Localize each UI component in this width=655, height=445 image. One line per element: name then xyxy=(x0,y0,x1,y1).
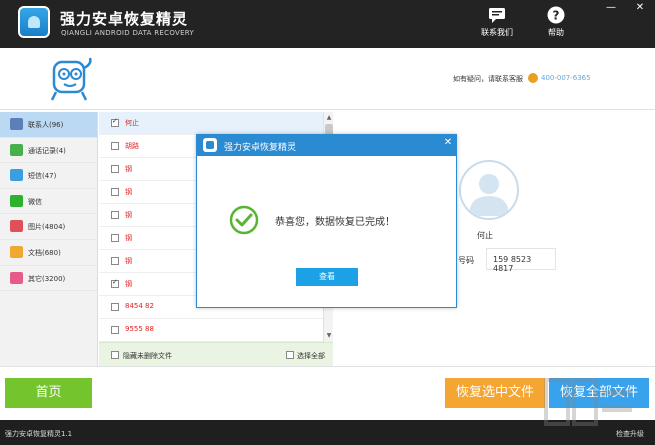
list-item[interactable]: 9555 88 xyxy=(99,319,332,342)
user-silhouette-icon xyxy=(469,174,509,216)
app-logo xyxy=(18,6,50,38)
chat-icon xyxy=(489,8,505,23)
list-item-name: 钢 xyxy=(125,280,132,288)
contacts-icon xyxy=(10,118,23,130)
action-bar: 首页 恢复选中文件 恢复全部文件 xyxy=(0,366,655,420)
success-check-icon xyxy=(229,205,259,235)
sidebar-item-documents[interactable]: 文档(680) xyxy=(0,240,97,266)
select-all-label: 选择全部 xyxy=(297,352,325,360)
select-all-checkbox[interactable] xyxy=(286,351,294,359)
list-item-name: 胡路 xyxy=(125,142,139,150)
dialog-close-button[interactable]: ✕ xyxy=(442,137,454,148)
sidebar-item-label: 短信(47) xyxy=(28,172,57,181)
app-title: 强力安卓恢复精灵 xyxy=(60,10,189,28)
header-band: 如有疑问，请联系客服 400-007-6365 xyxy=(0,48,655,110)
contact-us-label: 联系我们 xyxy=(481,28,513,37)
sidebar-item-label: 图片(4804) xyxy=(28,223,66,232)
item-checkbox[interactable] xyxy=(111,211,119,219)
list-item[interactable]: 何止 xyxy=(99,112,332,135)
sidebar-item-sms[interactable]: 短信(47) xyxy=(0,163,97,189)
item-checkbox[interactable] xyxy=(111,303,119,311)
list-item-name: 钢 xyxy=(125,188,132,196)
sidebar-item-label: 联系人(96) xyxy=(28,121,64,129)
phone-value: 159 8523 4817 xyxy=(486,248,556,273)
list-item-name: 钢 xyxy=(125,165,132,173)
item-checkbox[interactable] xyxy=(111,257,119,265)
photos-icon xyxy=(10,220,23,233)
close-button[interactable]: ✕ xyxy=(633,2,647,13)
android-robot-icon xyxy=(28,16,40,28)
list-item-name: 钢 xyxy=(125,257,132,265)
title-bar: 强力安卓恢复精灵 QIANGLI ANDROID DATA RECOVERY 联… xyxy=(0,0,655,48)
sidebar-item-photos[interactable]: 图片(4804) xyxy=(0,214,97,240)
scroll-down-arrow-icon[interactable]: ▼ xyxy=(325,332,333,340)
recovery-complete-dialog: 强力安卓恢复精灵 ✕ 恭喜您，数据恢复已完成！ 查看 xyxy=(196,134,457,308)
item-checkbox[interactable] xyxy=(111,165,119,173)
sidebar-item-others[interactable]: 其它(3200) xyxy=(0,266,97,292)
scroll-up-arrow-icon[interactable]: ▲ xyxy=(325,114,333,122)
svg-text:?: ? xyxy=(553,9,560,23)
sidebar-item-label: 微信 xyxy=(28,197,42,206)
dialog-title-bar: 强力安卓恢复精灵 ✕ xyxy=(197,135,456,156)
support-phone: 400-007-6365 xyxy=(541,74,591,82)
list-footer: 隐藏未删除文件 选择全部 xyxy=(99,342,333,366)
item-checkbox[interactable] xyxy=(111,234,119,242)
recover-all-button[interactable]: 恢复全部文件 xyxy=(549,378,649,408)
mascot-icon xyxy=(50,57,92,101)
hide-undeleted-checkbox[interactable] xyxy=(111,351,119,359)
home-button[interactable]: 首页 xyxy=(5,378,92,408)
call-log-icon xyxy=(10,143,23,156)
help-button[interactable]: ? 帮助 xyxy=(540,6,572,38)
help-text: 如有疑问，请联系客服 xyxy=(453,75,523,83)
contact-us-button[interactable]: 联系我们 xyxy=(476,6,518,38)
contact-name: 何止 xyxy=(477,231,493,240)
question-icon: ? xyxy=(547,6,565,24)
version-text: 强力安卓恢复精灵1.1 xyxy=(5,430,73,438)
list-item-name: 何止 xyxy=(125,119,139,127)
dialog-message: 恭喜您，数据恢复已完成！ xyxy=(275,217,395,228)
wechat-icon xyxy=(10,194,23,207)
category-sidebar: 联系人(96) 通话记录(4) 短信(47) 微信 图片(4804) 文档(68… xyxy=(0,112,98,366)
hide-undeleted-label: 隐藏未删除文件 xyxy=(123,352,172,360)
others-icon xyxy=(10,271,23,284)
check-update-link[interactable]: 检查升级 xyxy=(616,429,644,439)
sidebar-item-label: 其它(3200) xyxy=(28,274,66,283)
item-checkbox[interactable] xyxy=(111,117,119,127)
list-item-name: 钢 xyxy=(125,234,132,242)
sidebar-item-label: 文档(680) xyxy=(28,248,61,257)
documents-icon xyxy=(10,245,23,258)
list-item-name: 9555 88 xyxy=(125,325,154,333)
list-item-name: 钢 xyxy=(125,211,132,219)
sidebar-item-contacts[interactable]: 联系人(96) xyxy=(0,112,97,138)
list-item-name: 8454 82 xyxy=(125,302,154,310)
sms-icon xyxy=(10,169,23,182)
avatar xyxy=(459,160,519,220)
phone-label: 号码 xyxy=(458,256,474,265)
help-label: 帮助 xyxy=(548,28,564,37)
minimize-button[interactable]: — xyxy=(604,2,618,13)
item-checkbox[interactable] xyxy=(111,278,119,288)
app-subtitle: QIANGLI ANDROID DATA RECOVERY xyxy=(61,29,195,37)
item-checkbox[interactable] xyxy=(111,188,119,196)
sidebar-item-label: 通话记录(4) xyxy=(28,146,66,155)
item-checkbox[interactable] xyxy=(111,326,119,334)
view-button[interactable]: 查看 xyxy=(296,268,358,286)
status-bar: 强力安卓恢复精灵1.1 检查升级 xyxy=(0,420,655,445)
sidebar-item-wechat[interactable]: 微信 xyxy=(0,189,97,215)
dialog-title: 强力安卓恢复精灵 xyxy=(224,143,297,153)
item-checkbox[interactable] xyxy=(111,142,119,150)
recover-selected-button[interactable]: 恢复选中文件 xyxy=(445,378,545,408)
qq-icon xyxy=(528,73,538,83)
dialog-app-icon xyxy=(203,138,217,152)
sidebar-item-call-log[interactable]: 通话记录(4) xyxy=(0,138,97,164)
